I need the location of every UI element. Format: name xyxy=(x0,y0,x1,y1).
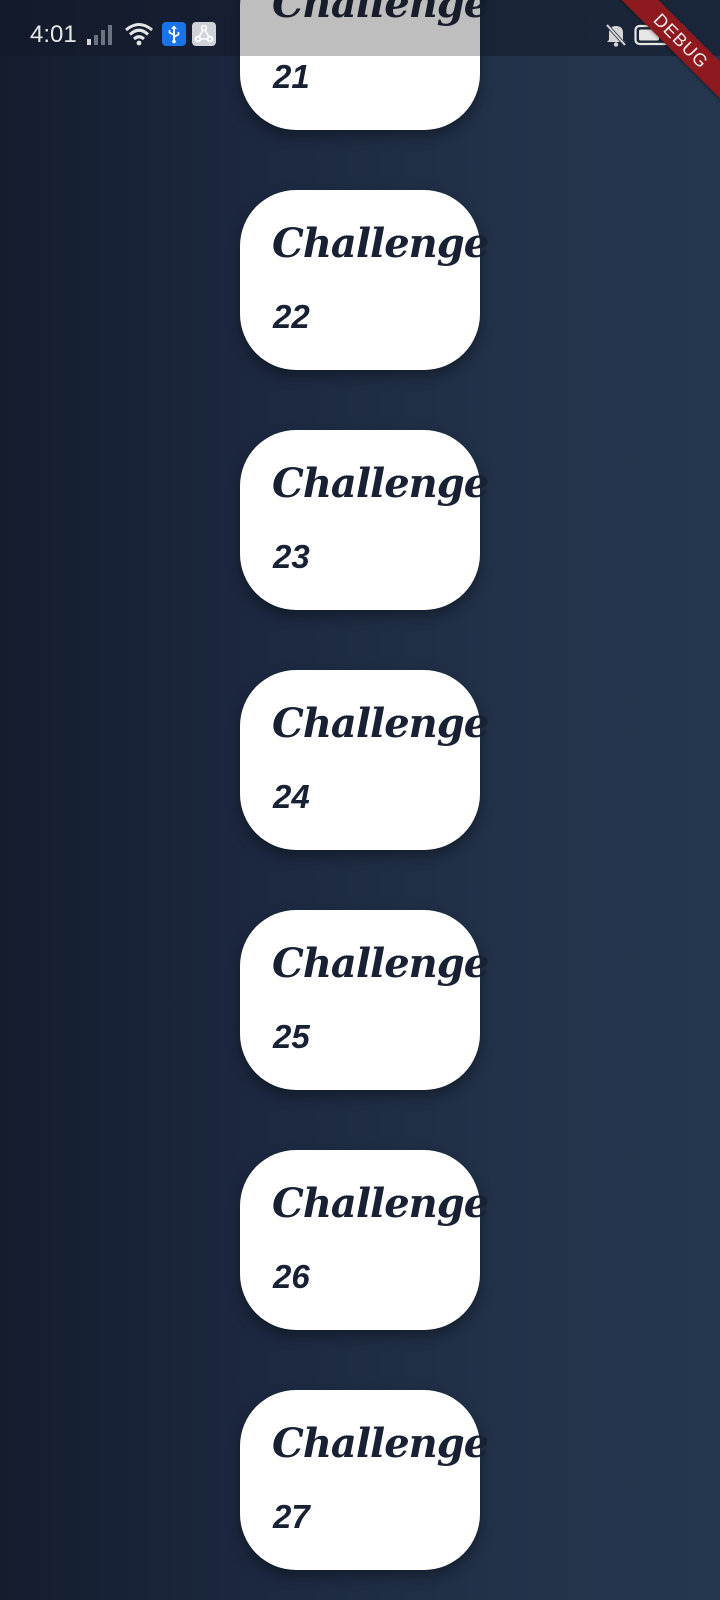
mute-icon xyxy=(604,22,628,52)
challenge-number: 25 xyxy=(273,1018,310,1055)
challenge-title: Challenge xyxy=(272,220,489,267)
challenge-number: 21 xyxy=(273,58,310,95)
challenge-card-27[interactable]: Challenge 27 xyxy=(240,1390,489,1570)
challenge-card-23[interactable]: Challenge 23 xyxy=(240,430,489,610)
challenge-title: Challenge xyxy=(272,1180,489,1227)
challenge-title: Challenge xyxy=(272,700,489,747)
challenge-number: 27 xyxy=(273,1498,310,1535)
wifi-icon xyxy=(124,22,154,50)
status-time: 4:01 xyxy=(30,21,77,48)
challenge-number: 24 xyxy=(273,778,310,815)
challenge-card-24[interactable]: Challenge 24 xyxy=(240,670,489,850)
challenge-title: Challenge xyxy=(272,940,489,987)
status-bar-scrim-middle xyxy=(240,0,480,56)
challenge-card-26[interactable]: Challenge 26 xyxy=(240,1150,489,1330)
challenge-title: Challenge xyxy=(272,1420,489,1467)
challenge-number: 22 xyxy=(273,298,310,335)
challenge-card-22[interactable]: Challenge 22 xyxy=(240,190,489,370)
challenge-title: Challenge xyxy=(272,460,489,507)
share-icon xyxy=(192,22,216,46)
challenge-card-25[interactable]: Challenge 25 xyxy=(240,910,489,1090)
challenge-number: 23 xyxy=(273,538,310,575)
challenge-number: 26 xyxy=(273,1258,310,1295)
challenge-list-screen: Challenge 21 Challenge 22 Challenge 23 C… xyxy=(0,0,720,1600)
status-bar: 4:01 xyxy=(0,0,720,56)
signal-icon xyxy=(86,24,114,50)
usb-icon xyxy=(162,22,186,46)
